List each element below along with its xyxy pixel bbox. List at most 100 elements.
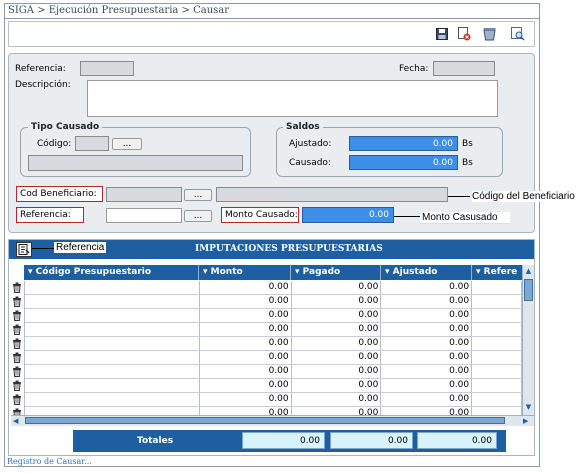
table-cell[interactable]: 0.00 [199, 378, 292, 393]
referencia2-field[interactable] [106, 208, 182, 223]
table-row[interactable]: 0.00 0.00 0.00 [25, 308, 522, 323]
table-row[interactable]: 0.00 0.00 0.00 [25, 350, 522, 365]
scroll-right-arrow[interactable]: ▶ [523, 416, 528, 426]
table-cell[interactable]: 0.00 [291, 336, 382, 351]
table-cell[interactable] [25, 364, 200, 379]
table-cell[interactable]: 0.00 [291, 281, 382, 295]
column-header-monto[interactable]: ▾ Monto [199, 265, 291, 280]
table-cell[interactable]: 0.00 [199, 294, 292, 309]
horizontal-scrollbar[interactable]: ◀ ▶ [11, 415, 534, 426]
table-row[interactable]: 0.00 0.00 0.00 [25, 406, 522, 415]
monto-causado-field[interactable]: 0.00 [302, 207, 394, 223]
table-cell[interactable] [25, 350, 200, 365]
table-cell[interactable]: 0.00 [380, 392, 473, 407]
trash-icon[interactable] [12, 352, 22, 363]
table-cell[interactable]: 0.00 [199, 364, 292, 379]
trash-icon[interactable] [12, 380, 22, 391]
table-cell[interactable] [25, 406, 200, 415]
table-cell[interactable]: 0.00 [291, 364, 382, 379]
referencia2-browse-button[interactable]: ... [184, 210, 212, 222]
table-cell[interactable]: 0.00 [380, 322, 473, 337]
column-header-referencia[interactable]: ▾ Refere [472, 265, 522, 280]
table-cell[interactable] [25, 378, 200, 393]
referencia-field[interactable] [80, 61, 134, 76]
table-cell[interactable] [25, 322, 200, 337]
trash-icon[interactable] [12, 366, 22, 377]
table-cell[interactable]: 0.00 [199, 392, 292, 407]
table-cell[interactable] [471, 406, 522, 415]
table-cell[interactable] [471, 281, 522, 295]
trash-icon[interactable] [12, 296, 22, 307]
causado-field[interactable]: 0.00 [349, 155, 458, 170]
table-row[interactable]: 0.00 0.00 0.00 [25, 392, 522, 407]
beneficiario-name-field[interactable] [216, 187, 448, 202]
fecha-field[interactable] [433, 61, 495, 76]
table-cell[interactable]: 0.00 [380, 406, 473, 415]
table-cell[interactable]: 0.00 [199, 281, 292, 295]
column-header-pagado[interactable]: ▾ Pagado [291, 265, 381, 280]
ajustado-field[interactable]: 0.00 [349, 136, 458, 151]
table-cell[interactable]: 0.00 [380, 364, 473, 379]
descripcion-field[interactable] [87, 80, 498, 117]
table-cell[interactable]: 0.00 [291, 322, 382, 337]
table-cell[interactable]: 0.00 [380, 350, 473, 365]
table-cell[interactable] [25, 281, 200, 295]
table-cell[interactable]: 0.00 [380, 294, 473, 309]
table-row[interactable]: 0.00 0.00 0.00 [25, 378, 522, 393]
scroll-thumb[interactable] [524, 279, 533, 301]
table-row[interactable]: 0.00 0.00 0.00 [25, 336, 522, 351]
column-header-ajustado[interactable]: ▾ Ajustado [381, 265, 472, 280]
cancel-icon[interactable] [458, 27, 471, 41]
table-cell[interactable]: 0.00 [380, 336, 473, 351]
table-cell[interactable]: 0.00 [291, 406, 382, 415]
add-row-icon[interactable] [16, 242, 32, 257]
table-cell[interactable]: 0.00 [199, 322, 292, 337]
trash-icon[interactable] [12, 282, 22, 293]
table-cell[interactable] [471, 392, 522, 407]
beneficiario-browse-button[interactable]: ... [184, 189, 212, 201]
table-cell[interactable]: 0.00 [291, 378, 382, 393]
table-row[interactable]: 0.00 0.00 0.00 [25, 364, 522, 379]
codigo-browse-button[interactable]: ... [112, 138, 142, 150]
scroll-up-arrow[interactable]: ▲ [524, 267, 533, 276]
table-cell[interactable] [471, 350, 522, 365]
table-cell[interactable]: 0.00 [291, 350, 382, 365]
table-cell[interactable] [471, 322, 522, 337]
table-cell[interactable] [471, 308, 522, 323]
table-cell[interactable]: 0.00 [380, 308, 473, 323]
table-cell[interactable] [471, 294, 522, 309]
table-cell[interactable]: 0.00 [199, 336, 292, 351]
scroll-left-arrow[interactable]: ◀ [13, 416, 18, 426]
table-row[interactable]: 0.00 0.00 0.00 [25, 294, 522, 309]
table-row[interactable]: 0.00 0.00 0.00 [25, 281, 522, 295]
tipo-causado-name-field[interactable] [28, 155, 243, 171]
table-cell[interactable]: 0.00 [291, 308, 382, 323]
table-cell[interactable] [471, 378, 522, 393]
vertical-scrollbar[interactable]: ▲ ▼ [522, 265, 534, 415]
table-cell[interactable] [471, 336, 522, 351]
horizontal-scroll-thumb[interactable] [25, 417, 505, 424]
save-icon[interactable] [436, 28, 448, 40]
trash-icon[interactable] [12, 324, 22, 335]
trash-icon[interactable] [12, 338, 22, 349]
table-cell[interactable] [471, 364, 522, 379]
beneficiario-code-field[interactable] [106, 187, 182, 202]
table-cell[interactable] [25, 336, 200, 351]
column-header-codigo[interactable]: ▾ Código Presupuestario [24, 265, 199, 280]
table-cell[interactable]: 0.00 [291, 392, 382, 407]
table-cell[interactable]: 0.00 [199, 350, 292, 365]
table-cell[interactable]: 0.00 [291, 294, 382, 309]
trash-icon[interactable] [12, 310, 22, 321]
trash-icon[interactable] [12, 394, 22, 405]
codigo-field[interactable] [75, 136, 109, 151]
table-cell[interactable]: 0.00 [199, 308, 292, 323]
table-row[interactable]: 0.00 0.00 0.00 [25, 322, 522, 337]
table-cell[interactable] [25, 308, 200, 323]
table-cell[interactable]: 0.00 [199, 406, 292, 415]
search-icon[interactable] [511, 27, 525, 41]
table-cell[interactable]: 0.00 [380, 378, 473, 393]
delete-icon[interactable] [483, 27, 496, 41]
table-cell[interactable] [25, 392, 200, 407]
table-cell[interactable]: 0.00 [380, 281, 473, 295]
scroll-down-arrow[interactable]: ▼ [524, 403, 533, 412]
